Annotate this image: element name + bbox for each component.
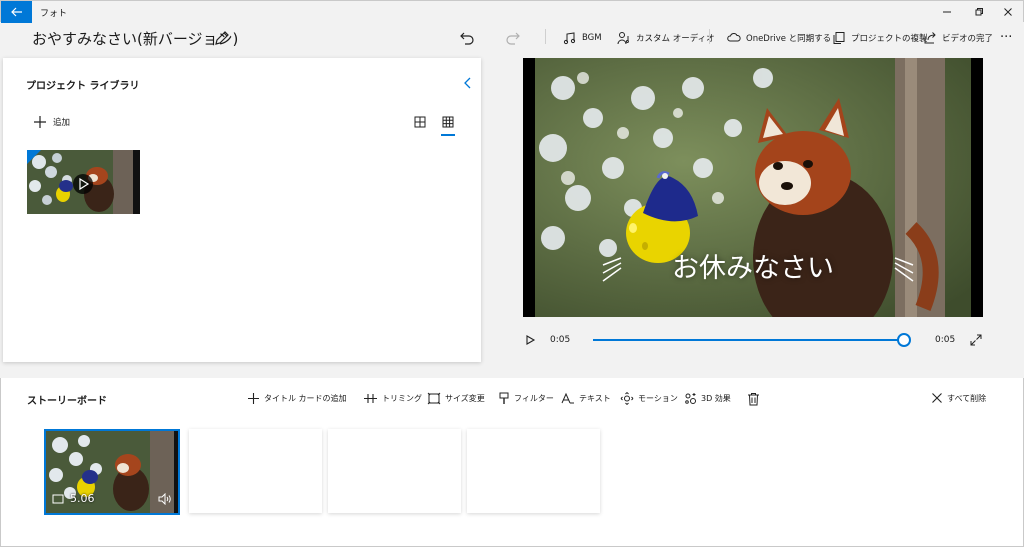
cloud-sync-icon [727,33,741,42]
video-preview[interactable]: お休みなさい [523,58,983,317]
duplicate-project-button[interactable]: プロジェクトの複製 [832,27,928,49]
motion-button[interactable]: モーション [620,392,678,405]
filters-label: フィルター [514,394,554,403]
storyboard-title: ストーリーボード [27,396,107,407]
copy-icon [833,32,845,44]
selected-view-indicator [441,134,455,136]
library-video-thumbnail[interactable] [27,150,140,214]
selected-corner-marker [27,150,41,164]
fullscreen-icon[interactable] [970,334,982,346]
undo-icon[interactable] [459,30,475,46]
paintbrush-icon [499,392,509,404]
motion-icon [620,392,634,405]
seek-handle[interactable] [897,333,911,347]
trim-button[interactable]: トリミング [363,392,422,405]
project-library-panel: プロジェクト ライブラリ 追加 [3,58,481,362]
text-label: テキスト [579,394,611,403]
close-icon [1004,8,1012,16]
preview-caption: お休みなさい [672,253,834,284]
back-button[interactable] [1,1,32,23]
storyboard-panel: ストーリーボード タイトル カードの追加 トリミング サイズ変更 フィルター テ… [0,378,1024,547]
3d-effects-label: 3D 効果 [701,394,731,403]
more-options-button[interactable]: ··· [1000,26,1012,48]
redo-icon[interactable] [505,30,521,46]
total-time: 0:05 [935,335,956,345]
minimize-button[interactable] [930,1,964,23]
custom-audio-button[interactable]: カスタム オーディオ [617,27,715,49]
more-icon: ··· [1000,29,1013,45]
custom-audio-label: カスタム オーディオ [636,34,715,44]
resize-button[interactable]: サイズ変更 [427,392,485,405]
bgm-button[interactable]: BGM [563,27,602,49]
3d-effects-icon [685,393,696,404]
close-icon [932,393,942,403]
plus-icon [248,393,259,404]
trash-icon[interactable] [747,392,760,406]
play-icon[interactable] [524,334,536,346]
add-title-card-button[interactable]: タイトル カードの追加 [247,392,347,405]
onedrive-sync-label: OneDrive と同期する [746,34,832,44]
add-media-label: 追加 [53,118,71,128]
current-time: 0:05 [550,335,571,345]
toolbar-divider [709,29,710,44]
seek-bar[interactable] [593,339,904,341]
library-title: プロジェクト ライブラリ [26,81,140,92]
restore-icon [975,8,983,16]
text-button[interactable]: テキスト [561,392,611,405]
close-button[interactable] [991,1,1024,23]
remove-all-button[interactable]: すべて削除 [931,392,986,404]
title-bar: フォト [0,0,1024,23]
pencil-icon[interactable] [213,29,231,47]
resize-label: サイズ変更 [445,394,485,403]
large-grid-view-icon[interactable] [413,115,427,129]
app-title: フォト [40,9,68,19]
red-panda-thumbnail-image [27,150,140,214]
text-icon [561,392,574,404]
trim-label: トリミング [382,394,422,403]
plus-icon [34,116,46,128]
project-title: おやすみなさい(新バージョン) [32,30,239,48]
bgm-label: BGM [582,33,602,43]
motion-label: モーション [638,394,678,403]
minimize-icon [943,11,951,13]
volume-icon[interactable] [158,493,172,505]
finish-video-label: ビデオの完了 [942,34,994,44]
empty-clip-slot [467,429,600,513]
duplicate-project-label: プロジェクトの複製 [851,34,928,44]
empty-clip-slot [189,429,322,513]
chevron-left-icon[interactable] [462,76,474,90]
image-icon [52,494,64,504]
arrow-left-icon [10,7,22,17]
filters-button[interactable]: フィルター [498,392,554,405]
clip-duration: 5.06 [70,492,95,505]
add-media-button[interactable]: 追加 [33,115,70,129]
remove-all-label: すべて削除 [947,393,987,403]
share-export-icon [924,32,936,44]
small-grid-view-icon[interactable] [441,115,455,129]
storyboard-clip[interactable]: 5.06 [44,429,180,515]
toolbar-divider [545,29,546,44]
finish-video-button[interactable]: ビデオの完了 [923,27,993,49]
add-title-card-label: タイトル カードの追加 [264,394,347,403]
onedrive-sync-button[interactable]: OneDrive と同期する [727,27,831,49]
person-audio-icon [617,32,629,45]
resize-icon [427,392,441,405]
empty-clip-slot [328,429,461,513]
3d-effects-button[interactable]: 3D 効果 [684,392,731,405]
trim-icon [364,394,377,403]
music-note-icon [563,32,576,45]
